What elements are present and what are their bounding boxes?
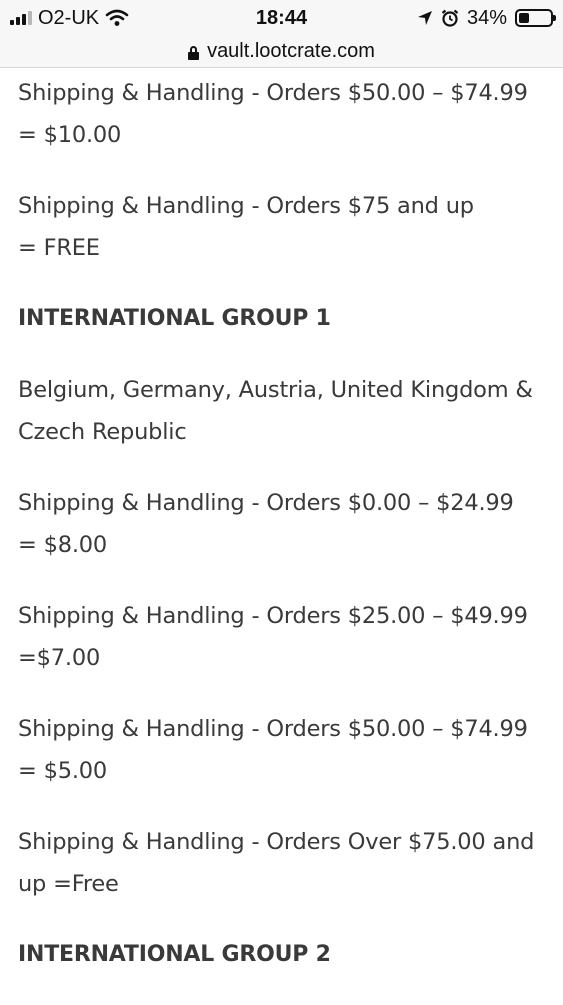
shipping-75-up: Shipping & Handling - Orders $75 and up …	[18, 193, 474, 261]
url-domain[interactable]: vault.lootcrate.com	[207, 40, 375, 63]
intl1-shipping-25-49: Shipping & Handling - Orders $25.00 – $4…	[18, 603, 528, 671]
intl1-shipping-50-74: Shipping & Handling - Orders $50.00 – $7…	[18, 716, 528, 784]
intl-group-2-heading: INTERNATIONAL GROUP 2	[18, 942, 331, 967]
battery-icon	[515, 9, 556, 27]
intl-group-1-countries: Belgium, Germany, Austria, United Kingdo…	[18, 377, 533, 445]
lock-icon	[188, 45, 200, 60]
intl1-shipping-75-up: Shipping & Handling - Orders Over $75.00…	[18, 829, 535, 897]
status-bar: O2-UK 18:44 34%	[0, 0, 563, 36]
status-icons: 34%	[417, 6, 556, 29]
alarm-icon	[441, 9, 459, 27]
shipping-50-74: Shipping & Handling - Orders $50.00 – $7…	[18, 80, 528, 148]
intl-group-1-heading: INTERNATIONAL GROUP 1	[18, 306, 331, 331]
battery-percent: 34%	[466, 6, 507, 29]
location-arrow-icon	[417, 11, 432, 25]
intl1-shipping-0-24: Shipping & Handling - Orders $0.00 – $24…	[18, 490, 514, 558]
url-bar[interactable]: vault.lootcrate.com	[0, 36, 563, 68]
page-content: Shipping & Handling - Orders $50.00 – $7…	[18, 72, 558, 1005]
